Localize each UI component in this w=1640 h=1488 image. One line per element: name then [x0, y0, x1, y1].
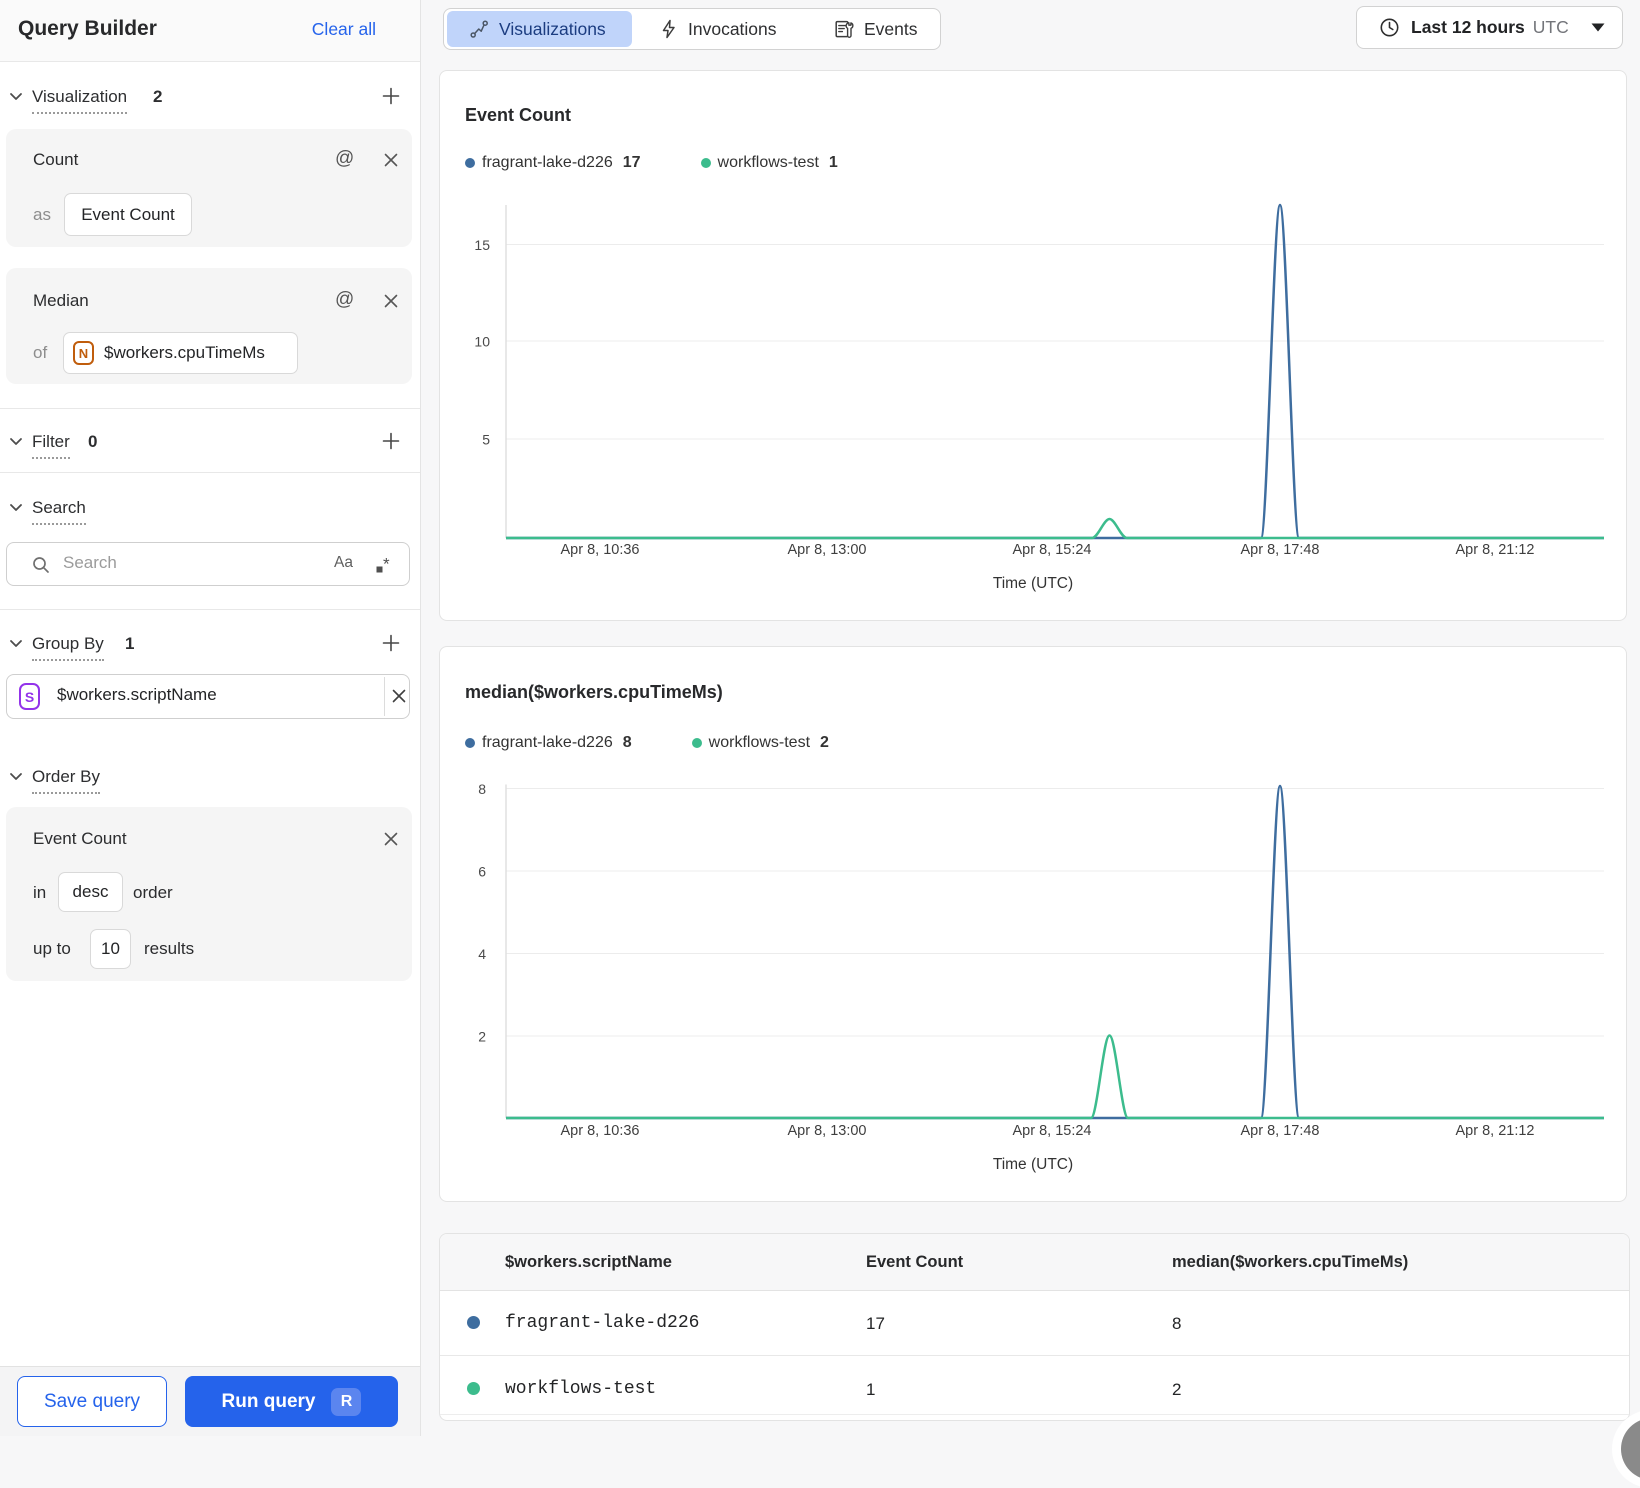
svg-text:Apr 8, 17:48: Apr 8, 17:48	[1241, 1123, 1320, 1139]
svg-text:Apr 8, 15:24: Apr 8, 15:24	[1013, 542, 1092, 558]
svg-text:6: 6	[478, 864, 486, 880]
svg-text:Apr 8, 15:24: Apr 8, 15:24	[1013, 1123, 1092, 1139]
svg-text:Time (UTC): Time (UTC)	[993, 1156, 1073, 1173]
svg-text:8: 8	[478, 781, 486, 797]
svg-text:2: 2	[478, 1029, 486, 1045]
svg-text:15: 15	[474, 237, 490, 253]
svg-text:4: 4	[478, 946, 486, 962]
svg-text:5: 5	[482, 432, 490, 448]
svg-text:Apr 8, 10:36: Apr 8, 10:36	[561, 1123, 640, 1139]
svg-text:10: 10	[474, 334, 490, 350]
svg-text:Apr 8, 17:48: Apr 8, 17:48	[1241, 542, 1320, 558]
svg-text:Time (UTC): Time (UTC)	[993, 575, 1073, 592]
svg-text:*: *	[383, 555, 390, 574]
svg-text:Apr 8, 10:36: Apr 8, 10:36	[561, 542, 640, 558]
svg-text:Apr 8, 21:12: Apr 8, 21:12	[1456, 1123, 1535, 1139]
svg-text:Apr 8, 13:00: Apr 8, 13:00	[788, 542, 867, 558]
svg-text:Apr 8, 13:00: Apr 8, 13:00	[788, 1123, 867, 1139]
svg-text:Apr 8, 21:12: Apr 8, 21:12	[1456, 542, 1535, 558]
